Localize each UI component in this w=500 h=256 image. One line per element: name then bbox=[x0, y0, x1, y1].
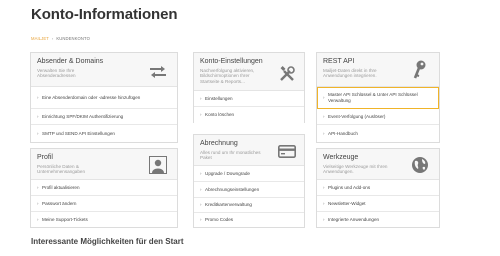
card-header: Absender & Domains Verwalten Sie Ihre Ab… bbox=[31, 53, 177, 87]
arrows-exchange-icon bbox=[147, 61, 169, 83]
chevron-right-icon: › bbox=[37, 130, 39, 136]
chevron-right-icon: › bbox=[323, 130, 325, 136]
key-icon bbox=[409, 59, 431, 81]
breadcrumb: MAILJET › KUNDENKONTO bbox=[31, 36, 90, 41]
link-api-guide[interactable]: › API-Handbuch bbox=[317, 125, 439, 142]
chevron-right-icon: › bbox=[323, 200, 325, 206]
link-label: Integrierte Anwendungen bbox=[328, 216, 380, 222]
card-sender-domains: Absender & Domains Verwalten Sie Ihre Ab… bbox=[30, 52, 178, 143]
card-account-settings: Konto-Einstellungen Nachverfolgung aktiv… bbox=[193, 52, 305, 123]
card-description: Persönliche Daten & Unternehmensangaben bbox=[37, 163, 86, 175]
card-header: Profil Persönliche Daten & Unternehmensa… bbox=[31, 149, 177, 180]
link-label: Eine Absenderdomain oder -adresse hinzuf… bbox=[42, 94, 141, 100]
card-header: Abrechnung Alles rund um Ihr monatliches… bbox=[194, 135, 304, 166]
tools-icon bbox=[276, 63, 298, 85]
chevron-right-icon: › bbox=[323, 113, 325, 119]
link-plugins-addons[interactable]: › Plugins und Add-ons bbox=[317, 180, 439, 196]
link-label: Konto löschen bbox=[205, 112, 235, 118]
chevron-right-icon: › bbox=[200, 170, 202, 176]
link-label: Promo Codes bbox=[205, 217, 234, 223]
breadcrumb-separator: › bbox=[51, 36, 54, 41]
account-info-page: Konto-Informationen MAILJET › KUNDENKONT… bbox=[0, 0, 500, 256]
link-api-key-management[interactable]: › Master API Schlüssel & Unter API Schlüs… bbox=[317, 87, 439, 109]
link-list: › Upgrade / Downgrade › Abrechnungseinstel… bbox=[194, 166, 304, 227]
chevron-right-icon: › bbox=[200, 112, 202, 118]
link-smtp-settings[interactable]: › SMTP und SEND API Einstellungen bbox=[31, 125, 177, 142]
link-label: Upgrade / Downgrade bbox=[205, 170, 250, 176]
link-list: › Einstellungen › Konto löschen bbox=[194, 91, 304, 123]
chevron-right-icon: › bbox=[37, 184, 39, 190]
link-billing-settings[interactable]: › Abrechnungseinstellungen bbox=[194, 182, 304, 198]
page-title: Konto-Informationen bbox=[31, 6, 178, 23]
card-header: REST API Mailjet-Daten direkt in Ihre An… bbox=[317, 53, 439, 87]
section-heading-getting-started: Interessante Möglichkeiten für den Start bbox=[31, 237, 184, 246]
breadcrumb-link-mailjet[interactable]: MAILJET bbox=[31, 36, 49, 41]
card-tools: Werkzeuge Vielseitige Werkzeuge mit Ihre… bbox=[316, 148, 440, 228]
link-label: SMTP und SEND API Einstellungen bbox=[42, 130, 115, 136]
link-delete-account[interactable]: › Konto löschen bbox=[194, 107, 304, 123]
chevron-right-icon: › bbox=[37, 216, 39, 222]
link-label: Master API Schlüssel & Unter API Schlüss… bbox=[328, 91, 418, 103]
link-label: Einstellungen bbox=[205, 95, 233, 101]
link-support-tickets[interactable]: › Meine Support-Tickets bbox=[31, 212, 177, 227]
link-spf-dkim[interactable]: › Einrichtung SPF/DKIM Authentifizierung bbox=[31, 109, 177, 125]
card-profile: Profil Persönliche Daten & Unternehmensa… bbox=[30, 148, 178, 228]
card-header: Werkzeuge Vielseitige Werkzeuge mit Ihre… bbox=[317, 149, 439, 180]
link-label: Event-Verfolgung (Auslöser) bbox=[328, 113, 386, 119]
credit-card-icon bbox=[276, 140, 298, 162]
card-rest-api: REST API Mailjet-Daten direkt in Ihre An… bbox=[316, 52, 440, 143]
chevron-right-icon: › bbox=[37, 113, 39, 119]
card-description: Vielseitige Werkzeuge mit Ihren Anwendun… bbox=[323, 163, 388, 175]
link-event-tracking[interactable]: › Event-Verfolgung (Auslöser) bbox=[317, 109, 439, 125]
link-label: Newsletter-Widget bbox=[328, 200, 366, 206]
chevron-right-icon: › bbox=[200, 95, 202, 101]
link-credit-card-management[interactable]: › Kreditkartenverwaltung bbox=[194, 198, 304, 213]
link-list: › Eine Absenderdomain oder -adresse hinzu… bbox=[31, 87, 177, 142]
chevron-right-icon: › bbox=[37, 200, 39, 206]
chevron-right-icon: › bbox=[200, 186, 202, 192]
card-description: Alles rund um Ihr monatliches Paket bbox=[200, 149, 261, 161]
chevron-right-icon: › bbox=[200, 217, 202, 223]
link-newsletter-widget[interactable]: › Newsletter-Widget bbox=[317, 196, 439, 212]
breadcrumb-current: KUNDENKONTO bbox=[56, 36, 90, 41]
link-update-profile[interactable]: › Profil aktualisieren bbox=[31, 180, 177, 196]
chevron-right-icon: › bbox=[323, 216, 325, 222]
link-label: Meine Support-Tickets bbox=[42, 216, 88, 222]
link-label: Passwort ändern bbox=[42, 200, 77, 206]
link-label: Profil aktualisieren bbox=[42, 184, 80, 190]
chevron-right-icon: › bbox=[323, 94, 325, 100]
card-header: Konto-Einstellungen Nachverfolgung aktiv… bbox=[194, 53, 304, 91]
card-description: Verwalten Sie Ihre Absenderadressen bbox=[37, 67, 76, 79]
link-label: Abrechnungseinstellungen bbox=[205, 186, 260, 192]
link-promo-codes[interactable]: › Promo Codes bbox=[194, 213, 304, 227]
link-list: › Master API Schlüssel & Unter API Schlüs… bbox=[317, 87, 439, 142]
chevron-right-icon: › bbox=[200, 202, 202, 208]
link-settings[interactable]: › Einstellungen bbox=[194, 91, 304, 107]
link-list: › Profil aktualisieren › Passwort ändern ›… bbox=[31, 180, 177, 227]
link-label: Kreditkartenverwaltung bbox=[205, 202, 252, 208]
link-list: › Plugins und Add-ons › Newsletter-Widget … bbox=[317, 180, 439, 227]
link-label: Einrichtung SPF/DKIM Authentifizierung bbox=[42, 113, 124, 119]
link-integrated-apps[interactable]: › Integrierte Anwendungen bbox=[317, 212, 439, 227]
link-upgrade-downgrade[interactable]: › Upgrade / Downgrade bbox=[194, 166, 304, 182]
globe-icon bbox=[409, 154, 431, 176]
card-description: Nachverfolgung aktivieren, Bildschirmopt… bbox=[200, 67, 255, 84]
link-label: Plugins und Add-ons bbox=[328, 184, 371, 190]
chevron-right-icon: › bbox=[37, 94, 39, 100]
card-description: Mailjet-Daten direkt in Ihre Anwendungen… bbox=[323, 67, 377, 79]
link-change-password[interactable]: › Passwort ändern bbox=[31, 196, 177, 212]
link-label: API-Handbuch bbox=[328, 130, 358, 136]
user-icon bbox=[147, 154, 169, 176]
link-add-sender-domain[interactable]: › Eine Absenderdomain oder -adresse hinzu… bbox=[31, 87, 177, 109]
chevron-right-icon: › bbox=[323, 184, 325, 190]
card-billing: Abrechnung Alles rund um Ihr monatliches… bbox=[193, 134, 305, 228]
